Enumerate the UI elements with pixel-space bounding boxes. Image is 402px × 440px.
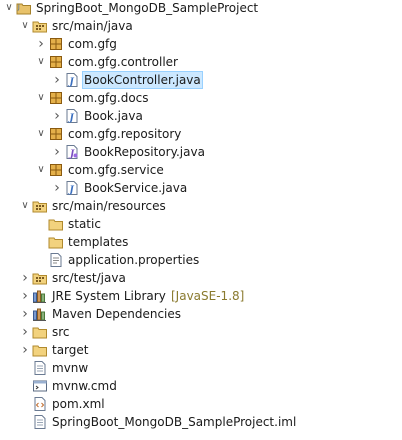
tree-item[interactable]: › Maven Dependencies: [0, 305, 400, 323]
library-icon: [32, 306, 48, 322]
tree-item-label: mvnw.cmd: [52, 379, 117, 393]
package-icon: [48, 90, 64, 106]
source-folder-icon: [32, 198, 48, 214]
tree-item-label: com.gfg.controller: [68, 55, 178, 69]
chevron-right-icon[interactable]: ›: [20, 287, 30, 305]
tree-item[interactable]: mvnw.cmd: [0, 377, 400, 395]
source-folder-icon: [32, 18, 48, 34]
tree-item[interactable]: › src/test/java: [0, 269, 400, 287]
tree-item-label: com.gfg.service: [68, 163, 164, 177]
tree-item-label: Maven Dependencies: [52, 307, 182, 321]
chevron-down-icon[interactable]: ∨: [20, 197, 30, 215]
tree-item[interactable]: static: [0, 215, 400, 233]
library-icon: [32, 288, 48, 304]
tree-item[interactable]: application.properties: [0, 251, 400, 269]
tree-item[interactable]: templates: [0, 233, 400, 251]
java-file-icon: J: [64, 180, 80, 196]
chevron-down-icon[interactable]: ∨: [4, 0, 14, 17]
tree-item[interactable]: › src: [0, 323, 400, 341]
java-interface-file-icon: J: [64, 144, 80, 160]
tree-item[interactable]: › J BookRepository.java: [0, 143, 400, 161]
tree-item[interactable]: ∨ com.gfg.repository: [0, 125, 400, 143]
tree-item[interactable]: SpringBoot_MongoDB_SampleProject.iml: [0, 413, 400, 431]
tree-item-label: src/test/java: [52, 271, 126, 285]
chevron-right-icon[interactable]: ›: [20, 323, 30, 341]
tree-item[interactable]: ∨ com.gfg.docs: [0, 89, 400, 107]
tree-item-label: templates: [68, 235, 129, 249]
tree-item-label: mvnw: [52, 361, 89, 375]
chevron-down-icon[interactable]: ∨: [20, 17, 30, 35]
tree-item[interactable]: › target: [0, 341, 400, 359]
tree-item[interactable]: › JRE System Library [JavaSE-1.8]: [0, 287, 400, 305]
tree-item[interactable]: › J BookController.java: [0, 71, 400, 89]
tree-item[interactable]: › com.gfg: [0, 35, 400, 53]
package-explorer-tree: ∨ J SpringBoot_MongoDB_SampleProject ∨ src/m…: [0, 0, 402, 440]
tree-item[interactable]: ∨ src/main/java: [0, 17, 400, 35]
tree-item[interactable]: ∨ src/main/resources: [0, 197, 400, 215]
chevron-right-icon[interactable]: ›: [20, 341, 30, 359]
tree-item-label: application.properties: [68, 253, 200, 267]
chevron-down-icon[interactable]: ∨: [36, 89, 46, 107]
java-file-icon: J: [64, 72, 80, 88]
tree-item-label: target: [52, 343, 89, 357]
source-folder-icon: [32, 270, 48, 286]
svg-text:J: J: [68, 78, 75, 88]
tree-item-label: com.gfg.repository: [68, 127, 182, 141]
package-icon: [48, 126, 64, 142]
tree-item-label: BookController.java: [82, 71, 203, 89]
chevron-down-icon[interactable]: ∨: [36, 161, 46, 179]
chevron-down-icon[interactable]: ∨: [36, 125, 46, 143]
tree-item[interactable]: pom.xml: [0, 395, 400, 413]
tree-item-label: com.gfg: [68, 37, 117, 51]
tree-item[interactable]: mvnw: [0, 359, 400, 377]
chevron-down-icon[interactable]: ∨: [36, 53, 46, 71]
tree-item-label: BookRepository.java: [84, 145, 205, 159]
tree-item[interactable]: › J BookService.java: [0, 179, 400, 197]
chevron-right-icon[interactable]: ›: [52, 71, 62, 89]
java-project-icon: J: [16, 0, 32, 16]
tree-item-label: JRE System Library: [52, 289, 166, 303]
chevron-right-icon[interactable]: ›: [20, 269, 30, 287]
folder-icon: [48, 216, 64, 232]
chevron-right-icon[interactable]: ›: [52, 107, 62, 125]
tree-item-decoration: [JavaSE-1.8]: [171, 289, 245, 303]
tree-item-label: src/main/java: [52, 19, 133, 33]
tree-item-label: BookService.java: [84, 181, 188, 195]
tree-item[interactable]: ∨ com.gfg.controller: [0, 53, 400, 71]
folder-icon: [32, 342, 48, 358]
package-icon: [48, 162, 64, 178]
xml-file-icon: [32, 396, 48, 412]
cmd-file-icon: [32, 378, 48, 394]
tree-item[interactable]: › J Book.java: [0, 107, 400, 125]
text-file-icon: [32, 360, 48, 376]
chevron-right-icon[interactable]: ›: [52, 143, 62, 161]
tree-item[interactable]: ∨ J SpringBoot_MongoDB_SampleProject: [0, 0, 400, 17]
svg-text:J: J: [68, 186, 75, 196]
package-icon: [48, 36, 64, 52]
tree-item-label: pom.xml: [52, 397, 105, 411]
chevron-right-icon[interactable]: ›: [20, 305, 30, 323]
svg-text:J: J: [68, 114, 75, 124]
folder-icon: [32, 324, 48, 340]
tree-item-label: src: [52, 325, 70, 339]
tree-item-label: SpringBoot_MongoDB_SampleProject.iml: [52, 415, 297, 429]
tree-item-label: static: [68, 217, 101, 231]
text-file-icon: [32, 414, 48, 430]
tree-item[interactable]: ∨ com.gfg.service: [0, 161, 400, 179]
tree-item-label: src/main/resources: [52, 199, 166, 213]
tree-item-label: Book.java: [84, 109, 143, 123]
svg-text:J: J: [17, 4, 20, 11]
java-file-icon: J: [64, 108, 80, 124]
properties-file-icon: [48, 252, 64, 268]
chevron-right-icon[interactable]: ›: [36, 35, 46, 53]
tree-item-label: com.gfg.docs: [68, 91, 149, 105]
tree-item-label: SpringBoot_MongoDB_SampleProject: [36, 1, 259, 15]
chevron-right-icon[interactable]: ›: [52, 179, 62, 197]
folder-icon: [48, 234, 64, 250]
package-icon: [48, 54, 64, 70]
